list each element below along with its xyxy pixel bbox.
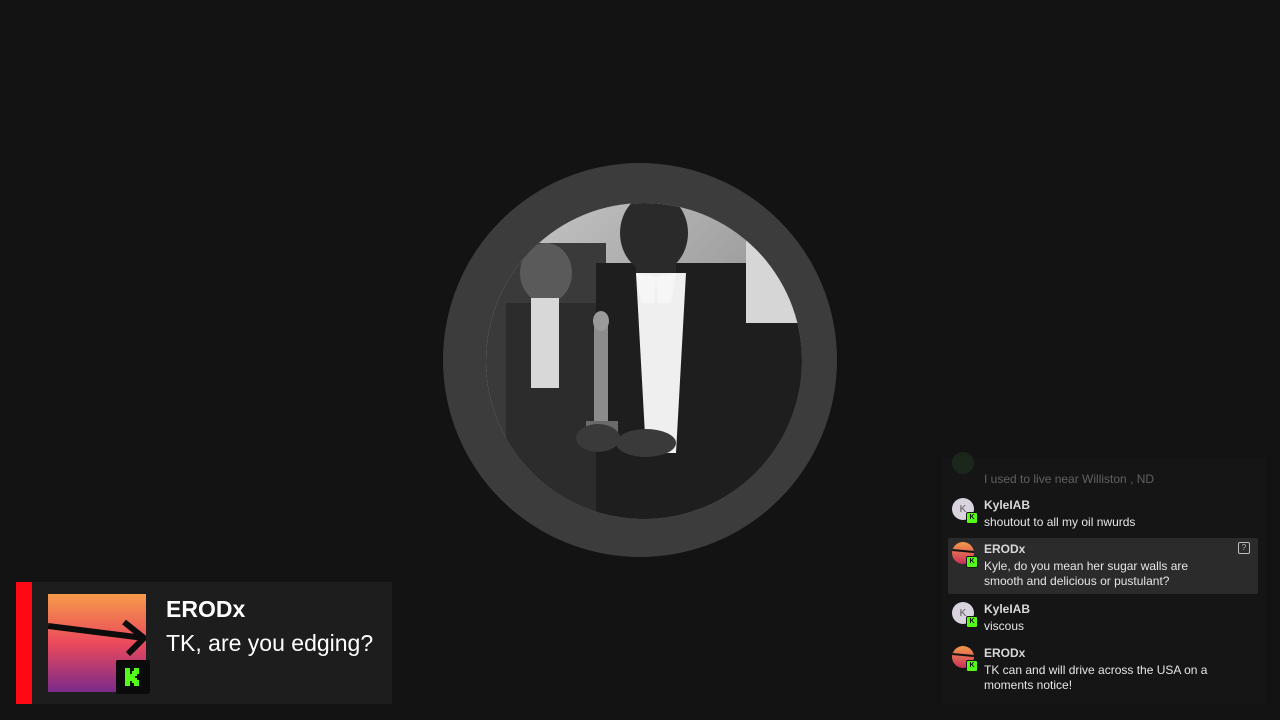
chat-username[interactable]: KyleIAB — [984, 602, 1030, 617]
user-avatar — [952, 452, 974, 474]
chat-message-text: viscous — [984, 619, 1025, 633]
chat-message: K K KyleIAB viscous — [948, 600, 1258, 640]
chat-message-text: TK can and will drive across the USA on … — [984, 663, 1208, 692]
profile-photo — [486, 203, 802, 519]
kick-badge-icon: K — [966, 512, 978, 524]
user-avatar: K K — [952, 602, 978, 628]
stream-overlay: ERODx TK, are you edging? I used to live… — [0, 0, 1280, 720]
chat-message: K ERODx TK can and will drive across the… — [948, 644, 1258, 700]
chat-message-highlighted: K ERODx Kyle, do you mean her sugar wall… — [948, 538, 1258, 594]
chat-message: K K KyleIAB shoutout to all my oil nwurd… — [948, 496, 1258, 536]
featured-username: ERODx — [166, 596, 246, 622]
kick-badge-icon: K — [966, 556, 978, 568]
chat-message: I used to live near Williston , ND — [948, 452, 1258, 488]
profile-photo-frame — [443, 163, 837, 557]
chat-username[interactable]: KyleIAB — [984, 498, 1030, 513]
kick-badge-icon: K — [966, 616, 978, 628]
user-avatar: K — [952, 542, 978, 568]
chat-username[interactable]: ERODx — [984, 646, 1025, 661]
kick-badge-icon: K — [966, 660, 978, 672]
report-icon[interactable]: ? — [1238, 542, 1250, 554]
chat-message-text: shoutout to all my oil nwurds — [984, 515, 1136, 529]
chat-panel: I used to live near Williston , ND K K K… — [942, 452, 1266, 704]
user-avatar: K K — [952, 498, 978, 524]
featured-message: TK, are you edging? — [166, 630, 374, 656]
chat-username[interactable]: ERODx — [984, 542, 1025, 557]
accent-bar — [16, 582, 32, 704]
user-avatar: K — [952, 646, 978, 672]
kick-logo-icon — [116, 660, 150, 694]
chat-message-text: Kyle, do you mean her sugar walls are sm… — [984, 559, 1189, 588]
chat-message-text: I used to live near Williston , ND — [984, 472, 1155, 486]
featured-chat-card: ERODx TK, are you edging? — [16, 582, 392, 704]
